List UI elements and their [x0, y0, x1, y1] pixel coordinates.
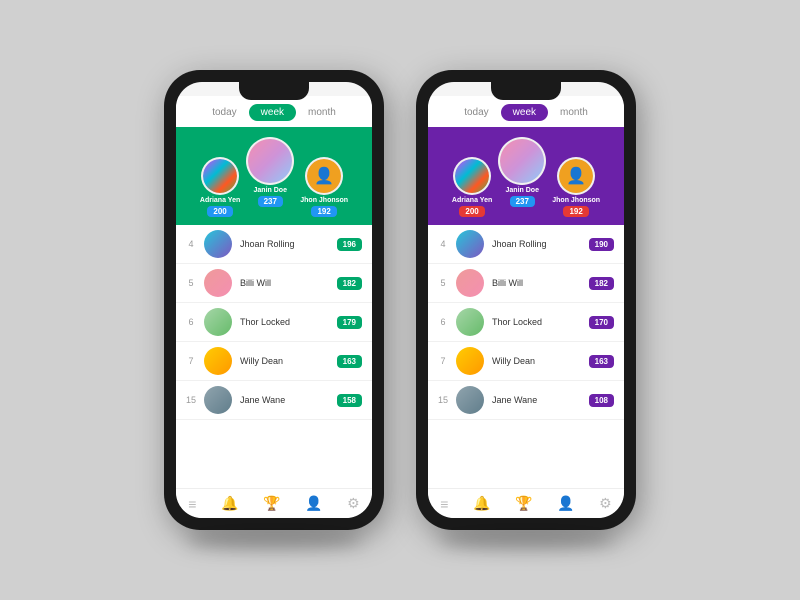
leader-header: Adriana Yen200Janin Doe237👤Jhon Jhonson1… — [176, 127, 372, 225]
row-name: Willy Dean — [492, 356, 581, 366]
leader-score: 237 — [258, 196, 283, 207]
nav-icon-1[interactable]: 🔔 — [473, 495, 490, 512]
phone-green: todayweekmonth Adriana Yen 200 Janin Doe 237… — [164, 70, 384, 530]
row-score: 163 — [337, 355, 362, 368]
row-avatar — [456, 347, 484, 375]
leader-score: 200 — [207, 206, 232, 217]
leader-2: Janin Doe 237 — [498, 137, 546, 207]
phone-purple: todayweekmonth Adriana Yen 200 Janin Doe 237… — [416, 70, 636, 530]
nav-icon-4[interactable]: ⚙ — [599, 495, 612, 512]
table-row[interactable]: 6 Thor Locked 179 — [176, 303, 372, 342]
nav-icon-4[interactable]: ⚙ — [347, 495, 360, 512]
row-name: Jhoan Rolling — [240, 239, 329, 249]
rank-number: 4 — [438, 239, 448, 249]
row-avatar — [204, 230, 232, 258]
leader-score: 192 — [563, 206, 588, 217]
row-name: Jane Wane — [492, 395, 581, 405]
row-avatar — [204, 308, 232, 336]
row-score: 196 — [337, 238, 362, 251]
phones-container: todayweekmonthAdriana Yen200Janin Doe237… — [164, 70, 636, 530]
rank-number: 5 — [186, 278, 196, 288]
leader-2: Janin Doe 237 — [246, 137, 294, 207]
row-name: Billi Will — [240, 278, 329, 288]
rank-number: 5 — [438, 278, 448, 288]
row-avatar — [456, 230, 484, 258]
row-name: Jane Wane — [240, 395, 329, 405]
tab-month[interactable]: month — [296, 104, 348, 121]
row-avatar — [204, 386, 232, 414]
table-row[interactable]: 7 Willy Dean 163 — [428, 342, 624, 381]
phone-shadow — [186, 530, 362, 550]
leader-score: 192 — [311, 206, 336, 217]
nav-icon-3[interactable]: 👤 — [305, 495, 322, 512]
tab-week[interactable]: week — [501, 104, 548, 121]
bottom-nav: ≡ 🔔 🏆 👤 ⚙ — [176, 488, 372, 518]
rank-number: 4 — [186, 239, 196, 249]
table-row[interactable]: 5 Billi Will 182 — [176, 264, 372, 303]
rank-number: 6 — [186, 317, 196, 327]
row-score: 182 — [589, 277, 614, 290]
table-row[interactable]: 4 Jhoan Rolling 190 — [428, 225, 624, 264]
rank-number: 15 — [186, 395, 196, 405]
row-avatar — [456, 308, 484, 336]
leader-name: Janin Doe — [254, 187, 287, 194]
leader-score: 237 — [510, 196, 535, 207]
table-row[interactable]: 6 Thor Locked 170 — [428, 303, 624, 342]
table-row[interactable]: 15 Jane Wane 158 — [176, 381, 372, 420]
phone-shadow — [438, 530, 614, 550]
leader-score: 200 — [459, 206, 484, 217]
row-score: 182 — [337, 277, 362, 290]
leader-name: Janin Doe — [506, 187, 539, 194]
leader-3: 👤Jhon Jhonson192 — [300, 157, 348, 217]
nav-icon-2[interactable]: 🏆 — [263, 495, 280, 512]
row-avatar — [204, 347, 232, 375]
bottom-nav: ≡ 🔔 🏆 👤 ⚙ — [428, 488, 624, 518]
rank-number: 6 — [438, 317, 448, 327]
notch — [239, 82, 309, 100]
leader-name: Jhon Jhonson — [552, 197, 600, 204]
leader-1: Adriana Yen 200 — [452, 157, 492, 217]
row-score: 170 — [589, 316, 614, 329]
nav-icon-1[interactable]: 🔔 — [221, 495, 238, 512]
leader-header: Adriana Yen200Janin Doe237👤Jhon Jhonson1… — [428, 127, 624, 225]
tab-today[interactable]: today — [200, 104, 248, 121]
rank-number: 7 — [186, 356, 196, 366]
rank-number: 7 — [438, 356, 448, 366]
row-avatar — [456, 386, 484, 414]
row-score: 108 — [589, 394, 614, 407]
tabs-bar: todayweekmonth — [176, 96, 372, 127]
leader-3: 👤Jhon Jhonson192 — [552, 157, 600, 217]
row-score: 190 — [589, 238, 614, 251]
row-score: 179 — [337, 316, 362, 329]
nav-icon-3[interactable]: 👤 — [557, 495, 574, 512]
row-score: 158 — [337, 394, 362, 407]
row-name: Jhoan Rolling — [492, 239, 581, 249]
row-avatar — [456, 269, 484, 297]
tab-week[interactable]: week — [249, 104, 296, 121]
tab-month[interactable]: month — [548, 104, 600, 121]
row-name: Willy Dean — [240, 356, 329, 366]
row-score: 163 — [589, 355, 614, 368]
row-avatar — [204, 269, 232, 297]
nav-icon-0[interactable]: ≡ — [440, 496, 448, 512]
table-row[interactable]: 15 Jane Wane 108 — [428, 381, 624, 420]
nav-icon-0[interactable]: ≡ — [188, 496, 196, 512]
table-row[interactable]: 4 Jhoan Rolling 196 — [176, 225, 372, 264]
leaderboard-list: 4 Jhoan Rolling 196 5 Billi Will 182 6 Thor Loc… — [176, 225, 372, 488]
row-name: Thor Locked — [240, 317, 329, 327]
tab-today[interactable]: today — [452, 104, 500, 121]
row-name: Billi Will — [492, 278, 581, 288]
leaderboard-list: 4 Jhoan Rolling 190 5 Billi Will 182 6 Thor Loc… — [428, 225, 624, 488]
tabs-bar: todayweekmonth — [428, 96, 624, 127]
leader-name: Jhon Jhonson — [300, 197, 348, 204]
leader-name: Adriana Yen — [452, 197, 492, 204]
table-row[interactable]: 5 Billi Will 182 — [428, 264, 624, 303]
rank-number: 15 — [438, 395, 448, 405]
leader-name: Adriana Yen — [200, 197, 240, 204]
nav-icon-2[interactable]: 🏆 — [515, 495, 532, 512]
notch — [491, 82, 561, 100]
table-row[interactable]: 7 Willy Dean 163 — [176, 342, 372, 381]
leader-1: Adriana Yen 200 — [200, 157, 240, 217]
row-name: Thor Locked — [492, 317, 581, 327]
